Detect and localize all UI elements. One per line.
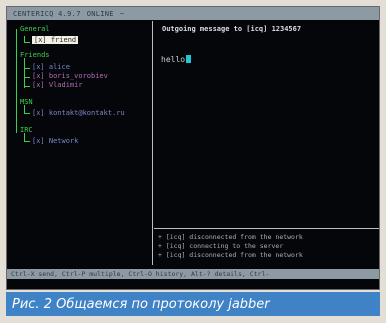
group-irc[interactable]: IRC bbox=[20, 126, 33, 134]
conversation-pane: Outgoing message to [icq] 1234567 hello … bbox=[154, 21, 379, 265]
menu-bar: CENTERICQ 4.9.7 ONLINE ~ bbox=[7, 7, 379, 20]
contact-friend[interactable]: [x] friend bbox=[32, 36, 79, 44]
tree-connector bbox=[24, 68, 30, 69]
contact-vladimir[interactable]: [x] Vladimir bbox=[32, 81, 83, 89]
tree-connector bbox=[24, 42, 30, 43]
log-line: + [icq] connecting to the server bbox=[158, 242, 284, 250]
tree-connector bbox=[24, 58, 25, 88]
message-input-text: hello bbox=[161, 55, 186, 64]
status-bar: Ctrl-X send, Ctrl-P multiple, Ctrl-O his… bbox=[7, 269, 379, 279]
conversation-title: Outgoing message to [icq] 1234567 bbox=[162, 25, 302, 33]
tree-connector bbox=[16, 29, 17, 133]
contact-list-pane: General [x] friend Friends [x] alice [x]… bbox=[7, 21, 153, 265]
message-compose-area[interactable]: hello bbox=[154, 41, 379, 229]
text-cursor bbox=[186, 55, 192, 63]
page-frame: CENTERICQ 4.9.7 ONLINE ~ General [x] fri… bbox=[0, 0, 386, 323]
message-input[interactable]: hello bbox=[161, 55, 192, 64]
menu-item-app[interactable]: CENTERICQ 4.9.7 bbox=[13, 10, 81, 18]
group-msn[interactable]: MSN bbox=[20, 98, 33, 106]
tree-connector bbox=[24, 113, 30, 114]
tree-connector bbox=[24, 77, 30, 78]
menu-item-status[interactable]: ONLINE bbox=[87, 10, 114, 18]
terminal-window: CENTERICQ 4.9.7 ONLINE ~ General [x] fri… bbox=[6, 6, 380, 290]
event-log: + [icq] disconnected from the network + … bbox=[154, 231, 379, 271]
figure-caption: Рис. 2 Общаемся по протоколу jabber bbox=[6, 292, 380, 316]
log-line: + [icq] disconnected from the network bbox=[158, 251, 303, 259]
menu-item-extra[interactable]: ~ bbox=[120, 10, 125, 18]
contact-network[interactable]: [x] Network bbox=[32, 137, 78, 145]
contact-kontakt[interactable]: [x] kontakt@kontakt.ru bbox=[32, 109, 125, 117]
log-line: + [icq] disconnected from the network bbox=[158, 233, 303, 241]
caption-text: Рис. 2 Общаемся по протоколу jabber bbox=[12, 296, 270, 312]
group-general[interactable]: General bbox=[20, 25, 50, 33]
contact-boris[interactable]: [x] boris_vorobiev bbox=[32, 72, 108, 80]
group-friends[interactable]: Friends bbox=[20, 51, 50, 59]
status-hints: Ctrl-X send, Ctrl-P multiple, Ctrl-O his… bbox=[11, 270, 270, 278]
tree-connector bbox=[24, 86, 30, 87]
tree-connector bbox=[24, 141, 30, 142]
contact-alice[interactable]: [x] alice bbox=[32, 63, 70, 71]
